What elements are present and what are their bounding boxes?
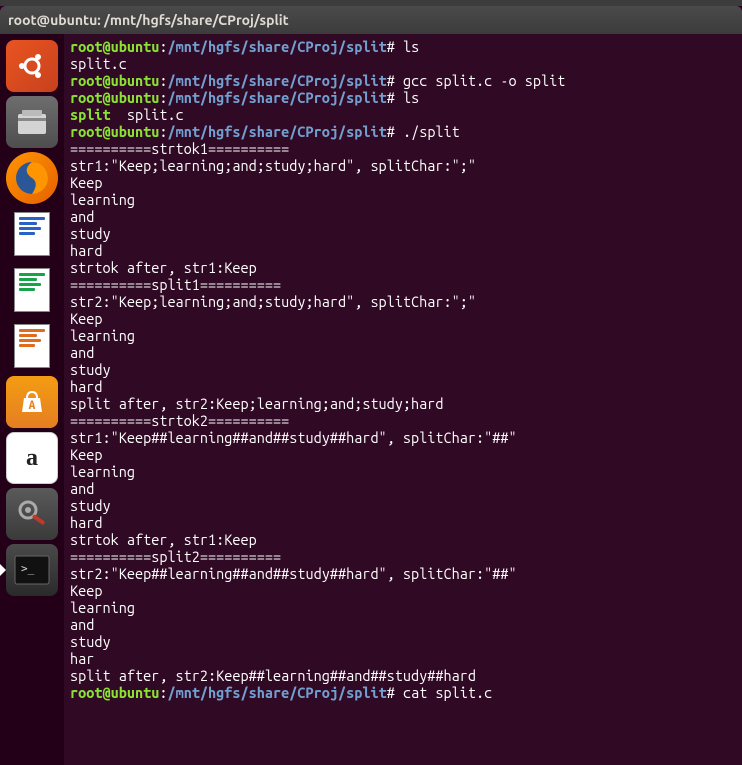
term-line: strtok after, str1:Keep (70, 531, 736, 548)
term-line: str2:"Keep##learning##and##study##hard",… (70, 565, 736, 582)
term-line: study (70, 633, 736, 650)
term-line: split after, str2:Keep;learning;and;stud… (70, 395, 736, 412)
term-line: and (70, 480, 736, 497)
term-line: Keep (70, 310, 736, 327)
term-line: and (70, 344, 736, 361)
term-line: har (70, 650, 736, 667)
ubuntu-dash-icon[interactable] (6, 40, 58, 92)
terminal-icon[interactable]: >_ (6, 544, 58, 596)
terminal-output[interactable]: root@ubuntu:/mnt/hgfs/share/CProj/split#… (64, 34, 742, 765)
term-line: learning (70, 463, 736, 480)
term-line: strtok after, str1:Keep (70, 259, 736, 276)
term-line: study (70, 497, 736, 514)
writer-icon[interactable] (6, 208, 58, 260)
svg-text:A: A (29, 399, 36, 412)
term-line: split after, str2:Keep##learning##and##s… (70, 667, 736, 684)
term-line: str1:"Keep;learning;and;study;hard", spl… (70, 157, 736, 174)
term-line: str1:"Keep##learning##and##study##hard",… (70, 429, 736, 446)
window-title: root@ubuntu: /mnt/hgfs/share/CProj/split (8, 12, 289, 28)
files-icon[interactable] (6, 96, 58, 148)
term-line: ==========strtok1========== (70, 140, 736, 157)
settings-icon[interactable] (6, 488, 58, 540)
main-area: A a >_ root@ubuntu:/mnt/hgfs/share/CProj… (0, 34, 742, 765)
term-line: split.c (70, 55, 736, 72)
prompt-user: root@ubuntu (70, 38, 159, 55)
launcher: A a >_ (0, 34, 64, 765)
term-line: ==========split1========== (70, 276, 736, 293)
svg-text:>_: >_ (21, 562, 35, 575)
term-line: Keep (70, 582, 736, 599)
term-line: ==========split2========== (70, 548, 736, 565)
prompt-path: /mnt/hgfs/share/CProj/split (167, 38, 386, 55)
term-line: and (70, 616, 736, 633)
window-title-bar[interactable]: root@ubuntu: /mnt/hgfs/share/CProj/split (0, 6, 742, 34)
term-line: hard (70, 514, 736, 531)
term-line: learning (70, 191, 736, 208)
term-line: ==========strtok2========== (70, 412, 736, 429)
term-line: hard (70, 378, 736, 395)
amazon-icon[interactable]: a (6, 432, 58, 484)
term-line: root@ubuntu:/mnt/hgfs/share/CProj/split#… (70, 38, 736, 55)
term-line: and (70, 208, 736, 225)
term-line: root@ubuntu:/mnt/hgfs/share/CProj/split#… (70, 89, 736, 106)
term-line: root@ubuntu:/mnt/hgfs/share/CProj/split#… (70, 72, 736, 89)
term-line: Keep (70, 446, 736, 463)
term-line: str2:"Keep;learning;and;study;hard", spl… (70, 293, 736, 310)
executable-file: split (70, 106, 111, 123)
software-icon[interactable]: A (6, 376, 58, 428)
impress-icon[interactable] (6, 320, 58, 372)
calc-icon[interactable] (6, 264, 58, 316)
term-line: learning (70, 327, 736, 344)
term-line: root@ubuntu:/mnt/hgfs/share/CProj/split#… (70, 684, 736, 701)
term-line: learning (70, 599, 736, 616)
term-line: Keep (70, 174, 736, 191)
firefox-icon[interactable] (6, 152, 58, 204)
term-line: root@ubuntu:/mnt/hgfs/share/CProj/split#… (70, 123, 736, 140)
term-line: study (70, 361, 736, 378)
term-line: study (70, 225, 736, 242)
term-line: hard (70, 242, 736, 259)
term-line: split split.c (70, 106, 736, 123)
